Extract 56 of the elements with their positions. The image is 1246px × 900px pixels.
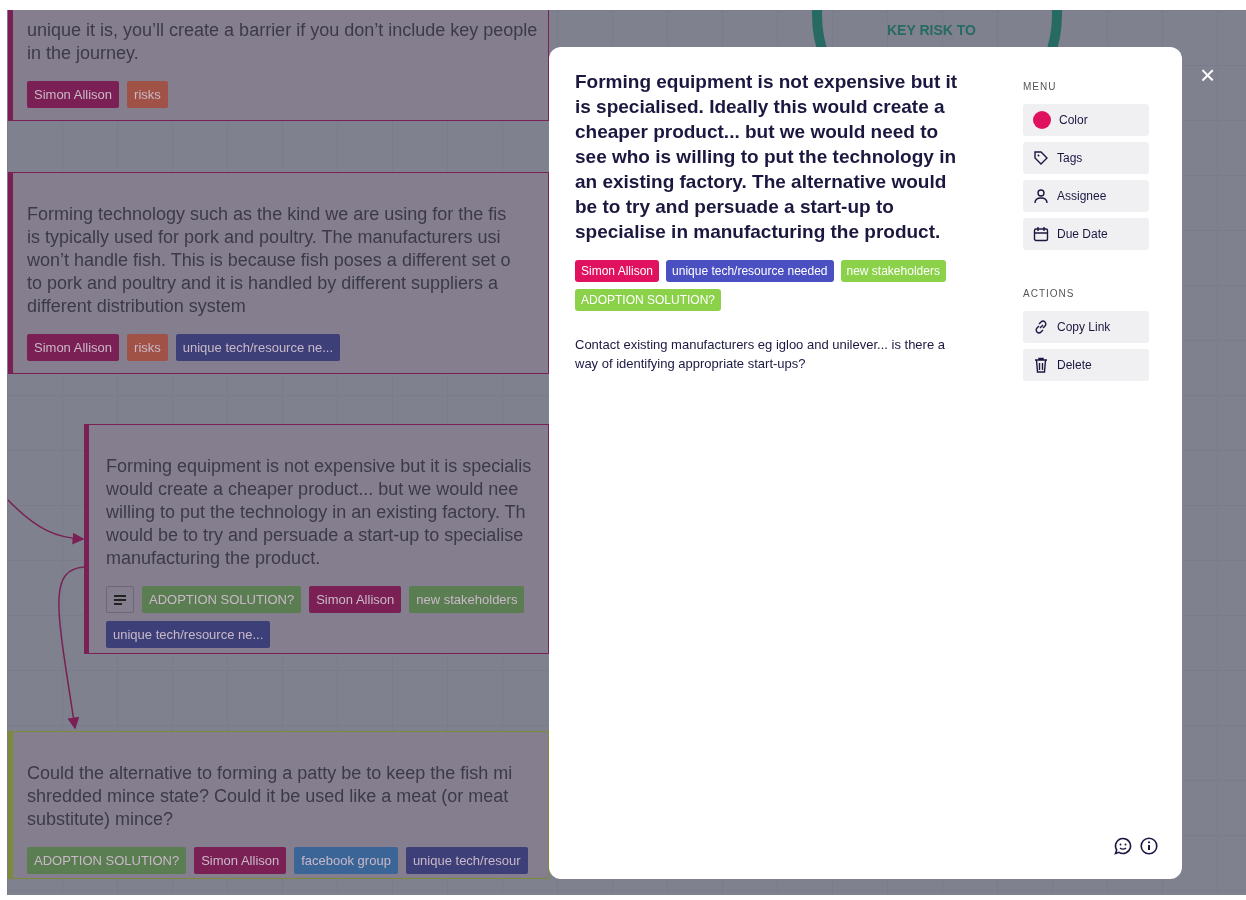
link-icon: [1033, 319, 1049, 335]
tag: unique tech/resource ne...: [175, 334, 341, 361]
note-card[interactable]: [8, 731, 549, 879]
tag: unique tech/resource ne...: [106, 621, 271, 648]
note-text-line: shredded mince state? Could it be used like a meat (or meat: [27, 785, 510, 808]
tag: ADOPTION SOLUTION?: [142, 586, 302, 613]
calendar-icon: [1033, 226, 1049, 242]
tag: new stakeholders: [840, 260, 946, 282]
tag: ADOPTION SOLUTION?: [575, 289, 722, 311]
tag: new stakeholders: [409, 586, 525, 613]
card-title: Forming equipment is not expensive but it is specialised. Ideally this would create a cheaper product... but we would need to see who is willing to put the technology in an existing factory. The alternative would be to try and persuade a start-up to specialise in manufacturing the product.: [575, 70, 959, 244]
trash-icon: [1033, 357, 1049, 373]
menu-button[interactable]: Delete: [1023, 349, 1149, 381]
note-text-line: unique it is, you’ll create a barrier if you don’t include key people: [27, 19, 539, 42]
tag: risks: [127, 334, 168, 361]
emoji-chat-icon[interactable]: [1114, 837, 1132, 855]
info-icon[interactable]: [1140, 837, 1158, 855]
note-text-line: won’t handle fish. This is because fish poses a different set o: [27, 249, 512, 272]
menu-button[interactable]: Color: [1023, 104, 1149, 136]
close-button[interactable]: ×: [1200, 63, 1216, 87]
section-heading: ACTIONS: [1023, 287, 1076, 301]
tag: facebook group: [294, 847, 398, 874]
note-text-line: would be to try and persuade a start-up to specialise: [106, 524, 525, 547]
tag: Simon Allison: [27, 81, 120, 108]
tag: Simon Allison: [309, 586, 402, 613]
note-text-line: Could the alternative to forming a patty be to keep the fish mi: [27, 762, 514, 785]
tag: ADOPTION SOLUTION?: [27, 847, 187, 874]
person-icon: [1033, 188, 1049, 204]
note-text-line: Forming technology such as the kind we are using for the fis: [27, 203, 508, 226]
note-text-line: would create a cheaper product... but we would nee: [106, 478, 520, 501]
note-text-line: in the journey.: [27, 42, 140, 65]
node-title: KEY RISK TO: [887, 21, 976, 40]
section-heading: MENU: [1023, 80, 1058, 94]
tag-icon: [1033, 150, 1049, 166]
note-card[interactable]: [8, 172, 549, 374]
note-card[interactable]: unique it is, you’ll create a barrier if you don’t include key people in the journey. Simon Allison risks: [8, 10, 549, 121]
note-text-line: Forming equipment is not expensive but it is specialis: [106, 455, 533, 478]
note-text-line: different distribution system: [27, 295, 247, 318]
tag: risks: [127, 81, 168, 108]
note-text-line: manufacturing the product.: [106, 547, 322, 570]
tag: Simon Allison: [194, 847, 287, 874]
tag: unique tech/resour: [405, 847, 528, 874]
tag: Simon Allison: [27, 334, 120, 361]
tag: Simon Allison: [575, 260, 660, 282]
note-text-line: is typically used for pork and poultry. The manufacturers usi: [27, 226, 502, 249]
note-text-line: substitute) mince?: [27, 808, 175, 831]
menu-button[interactable]: Copy Link: [1023, 311, 1149, 343]
menu-button[interactable]: Due Date: [1023, 218, 1149, 250]
menu-button[interactable]: Tags: [1023, 142, 1149, 174]
card-description[interactable]: Contact existing manufacturers eg igloo and unilever... is there a way of identifying appropriate start-ups?: [575, 335, 967, 373]
notes-icon[interactable]: [106, 586, 134, 613]
note-text-line: willing to put the technology in an existing factory. Th: [106, 501, 527, 524]
note-text-line: to pork and poultry and it is handled by different suppliers a: [27, 272, 499, 295]
menu-button[interactable]: Assignee: [1023, 180, 1149, 212]
note-card[interactable]: [84, 424, 549, 654]
tag: unique tech/resource needed: [666, 260, 834, 282]
